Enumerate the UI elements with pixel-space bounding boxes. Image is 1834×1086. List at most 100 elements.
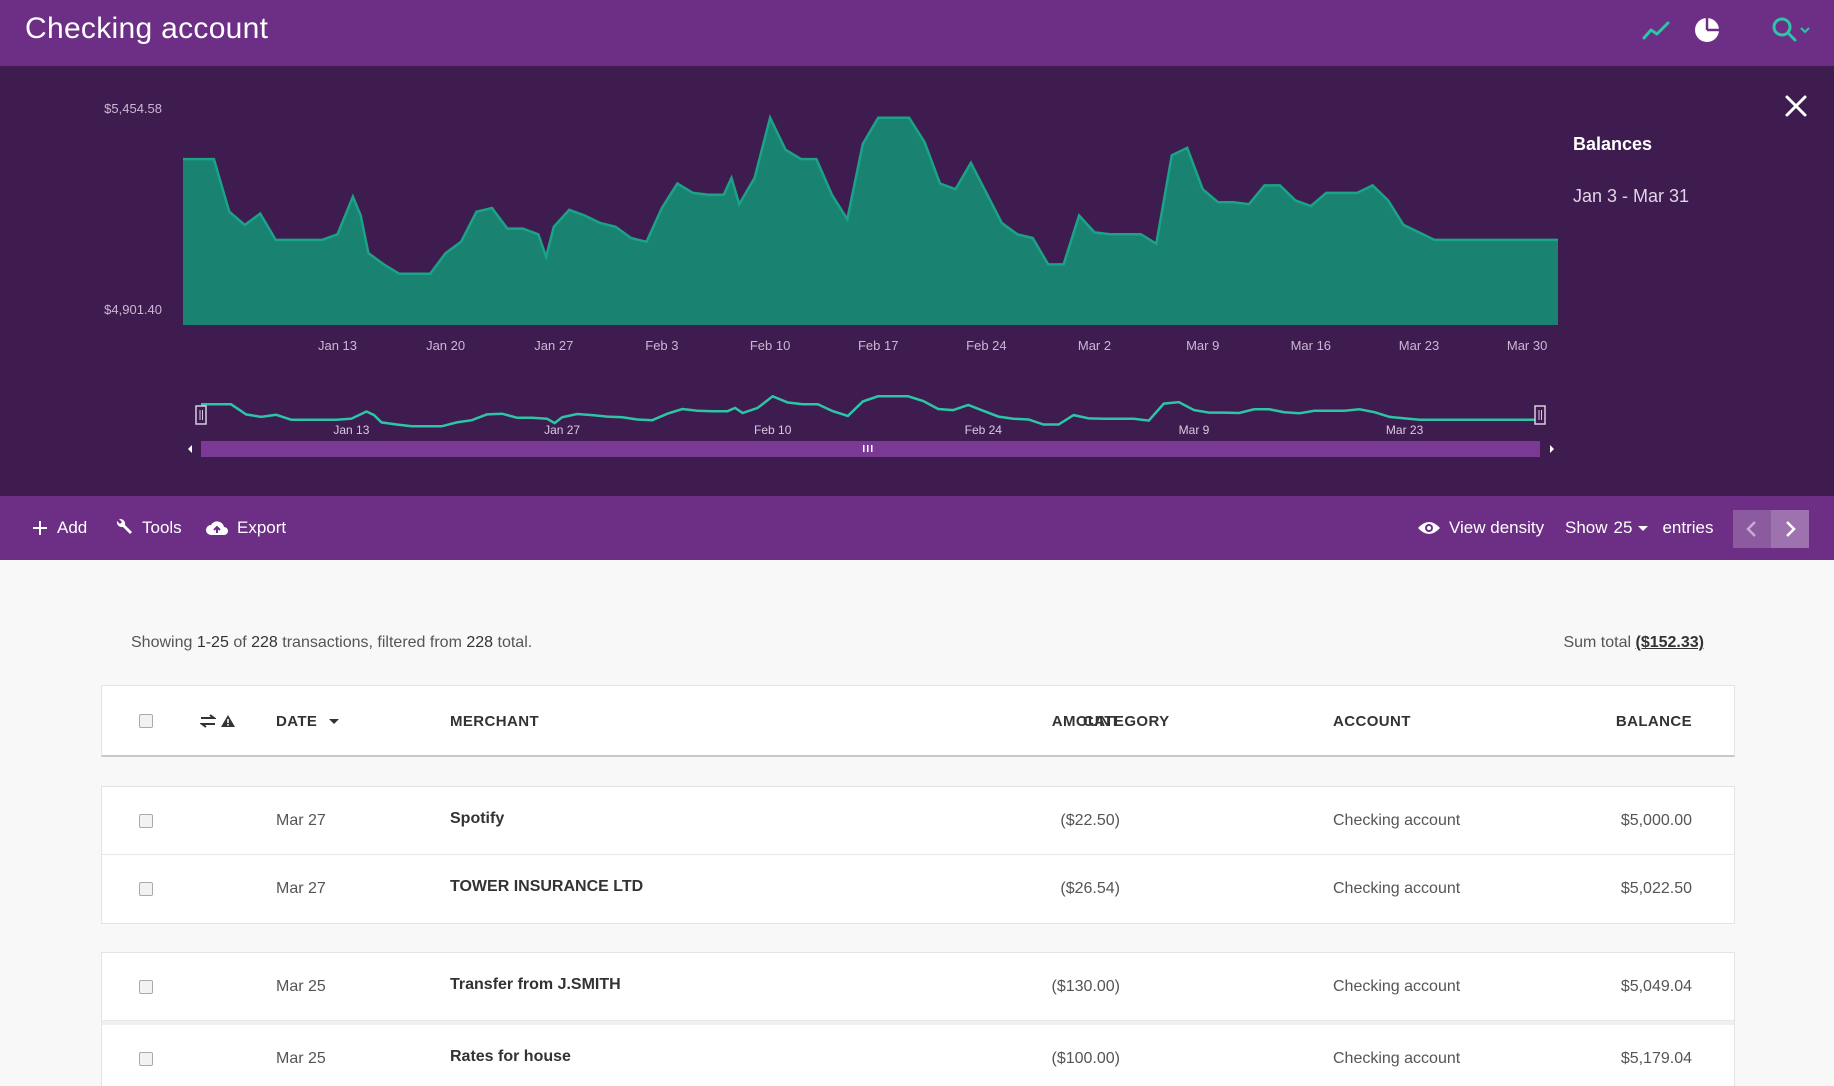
view-density-label: View density (1449, 518, 1545, 537)
show-suffix: entries (1662, 518, 1714, 537)
search-icon[interactable] (1770, 14, 1814, 46)
scroll-right-arrow[interactable] (1550, 445, 1554, 453)
navigator-line (201, 394, 1540, 428)
prev-page-button[interactable] (1733, 510, 1771, 548)
row-merchant[interactable]: TOWER INSURANCE LTD (450, 853, 643, 921)
legend-date-range: Jan 3 - Mar 31 (1573, 186, 1690, 206)
column-date[interactable]: DATE (276, 686, 340, 756)
y-label-min: $4,901.40 (104, 302, 162, 317)
navigator-scrollbar[interactable] (201, 441, 1540, 457)
row-account: Checking account (1333, 978, 1461, 995)
row-date: Mar 27 (276, 812, 326, 829)
summary-total: 228 (466, 634, 494, 651)
column-date-label: DATE (276, 712, 318, 730)
caret-down-icon (1638, 526, 1649, 531)
x-tick-label: Mar 30 (1507, 338, 1547, 353)
row-date: Mar 25 (276, 1050, 326, 1067)
row-merchant[interactable]: Rates for house (450, 1023, 571, 1086)
export-button[interactable]: Export (205, 496, 286, 560)
results-summary: Showing 1-25 of 228 transactions, filter… (131, 634, 532, 652)
row-balance: $5,000.00 (1620, 812, 1692, 829)
pie-chart-icon[interactable] (1693, 14, 1721, 46)
row-amount: ($100.00) (1051, 1050, 1121, 1067)
x-tick-label: Mar 9 (1186, 338, 1219, 353)
row-amount: ($130.00) (1051, 978, 1121, 995)
table-row[interactable]: Mar 27 Spotify ($22.50) Checking account… (102, 787, 1734, 855)
x-tick-label: Jan 20 (426, 338, 465, 353)
close-chart-button[interactable] (1780, 90, 1812, 122)
row-account: Checking account (1333, 880, 1461, 897)
transaction-group: Mar 27 Spotify ($22.50) Checking account… (101, 786, 1735, 924)
table-row[interactable]: Mar 27 TOWER INSURANCE LTD ($26.54) Chec… (102, 855, 1734, 923)
chevron-right-icon (1786, 521, 1796, 537)
tools-label: Tools (142, 518, 182, 537)
table-row[interactable]: Mar 25 Rates for house ($100.00) Checkin… (102, 1021, 1734, 1086)
column-category[interactable]: CATEGORY (1083, 686, 1170, 756)
row-amount: ($26.54) (1060, 880, 1120, 897)
summary-suffix: total. (497, 634, 533, 651)
table-row[interactable]: Mar 25 Transfer from J.SMITH ($130.00) C… (102, 953, 1734, 1021)
sort-desc-icon (329, 719, 340, 724)
close-icon (1785, 95, 1807, 117)
scroll-left-arrow[interactable] (188, 445, 192, 453)
x-tick-label: Jan 13 (318, 338, 357, 353)
x-tick-label: Feb 3 (645, 338, 678, 353)
navigator-handle-left[interactable] (195, 405, 207, 425)
table-header: DATE MERCHANT AMOUNT CATEGORY ACCOUNT BA… (101, 685, 1735, 757)
status-columns (200, 686, 236, 756)
navigator-handle-right[interactable] (1534, 405, 1546, 425)
select-all-checkbox[interactable] (139, 686, 153, 756)
add-button[interactable]: Add (31, 496, 87, 560)
action-toolbar: Add Tools Export View density Show 25 en… (0, 496, 1834, 560)
summary-prefix: Showing (131, 634, 193, 651)
show-count: 25 (1613, 518, 1633, 537)
row-checkbox[interactable] (139, 953, 153, 1021)
balance-area (183, 117, 1558, 325)
row-balance: $5,022.50 (1620, 880, 1692, 897)
eye-icon (1418, 522, 1440, 534)
next-page-button[interactable] (1771, 510, 1809, 548)
x-tick-label: Mar 23 (1399, 338, 1439, 353)
navigator-tick-label: Jan 13 (333, 423, 369, 437)
plus-icon (33, 521, 47, 535)
row-balance: $5,179.04 (1620, 1050, 1692, 1067)
x-tick-label: Jan 27 (534, 338, 573, 353)
view-density-button[interactable]: View density (1417, 496, 1544, 560)
summary-of: of (233, 634, 247, 651)
row-balance: $5,049.04 (1620, 978, 1692, 995)
navigator-tick-label: Mar 23 (1386, 423, 1424, 437)
show-entries-select[interactable]: Show 25 entries (1565, 496, 1713, 560)
page-title: Checking account (25, 12, 269, 45)
row-checkbox[interactable] (139, 787, 153, 855)
row-checkbox[interactable] (139, 1025, 153, 1086)
cloud-upload-icon (206, 521, 228, 535)
wrench-icon (116, 518, 132, 534)
add-label: Add (57, 518, 88, 537)
balance-chart: $5,454.58 $4,901.40 Jan 13 Jan 20 Jan 27 Fe… (104, 101, 1558, 457)
navigator-tick-label: Jan 27 (544, 423, 580, 437)
summary-range: 1-25 (196, 634, 229, 651)
summary-count: 228 (251, 634, 278, 651)
tools-button[interactable]: Tools (114, 496, 182, 560)
sum-total-label: Sum total (1563, 634, 1632, 651)
x-tick-label: Feb 10 (750, 338, 790, 353)
navigator-tick-label: Mar 9 (1179, 423, 1210, 437)
row-checkbox[interactable] (139, 855, 153, 923)
row-merchant[interactable]: Transfer from J.SMITH (450, 951, 621, 1019)
scrollbar-grip (867, 445, 869, 452)
column-account[interactable]: ACCOUNT (1333, 686, 1411, 756)
trend-icon[interactable] (1642, 14, 1672, 46)
x-tick-label: Feb 17 (858, 338, 898, 353)
row-account: Checking account (1333, 812, 1461, 829)
column-balance[interactable]: BALANCE (1492, 686, 1692, 756)
row-merchant[interactable]: Spotify (450, 785, 504, 853)
y-label-max: $5,454.58 (104, 101, 162, 116)
column-merchant[interactable]: MERCHANT (450, 686, 539, 756)
row-date: Mar 27 (276, 880, 326, 897)
summary-mid: transactions, filtered from (282, 634, 462, 651)
export-label: Export (237, 518, 287, 537)
chevron-left-icon (1746, 521, 1756, 537)
scrollbar-grip (863, 445, 865, 452)
sum-total-value[interactable]: ($152.33) (1636, 634, 1705, 651)
balance-chart-panel: $5,454.58 $4,901.40 Jan 13 Jan 20 Jan 27 Fe… (0, 66, 1834, 496)
